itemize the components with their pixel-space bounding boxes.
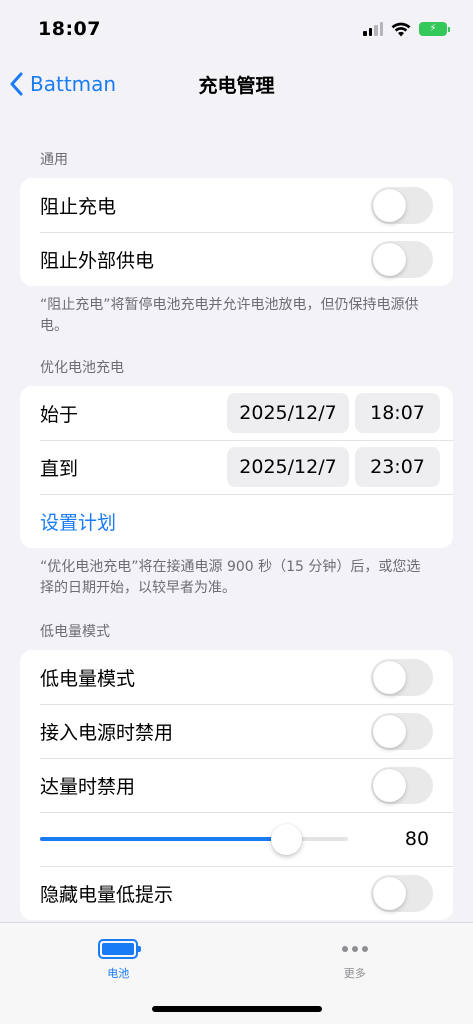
battery-charging-icon: ⚡ [419,22,450,36]
page-title: 充电管理 [198,74,275,97]
back-button[interactable]: Battman [10,68,116,100]
status-bar: 18:07 ⚡ [0,0,473,58]
tab-battery-label: 电池 [107,967,130,980]
toggle-knob [373,242,406,276]
chevron-left-icon [10,72,23,96]
start-time-picker[interactable]: 18:07 [355,393,440,433]
block-charging-label: 阻止充电 [40,195,117,218]
hide-low-battery-alert-toggle[interactable] [371,874,433,912]
section-header-low-power: 低电量模式 [40,624,110,640]
start-label: 始于 [40,403,79,426]
row-start: 始于 2025/12/7 18:07 [20,386,453,440]
wifi-icon [391,22,411,36]
toggle-knob [373,876,406,910]
end-label: 直到 [40,457,79,480]
set-schedule-link[interactable]: 设置计划 [40,508,116,535]
row-level-slider: 80 [20,812,453,866]
slider-fill [40,837,287,841]
level-slider[interactable] [40,824,348,855]
battery-icon [98,939,142,959]
status-icons: ⚡ [363,22,450,37]
settings-content: 通用 阻止充电 阻止外部供电 “阻止充电”将暂停电池充电并允许电池放电，但仍保持… [0,140,473,920]
block-charging-toggle[interactable] [371,186,433,224]
low-power-card: 低电量模式 接入电源时禁用 达量时禁用 80 隐藏电量低提示 [20,650,453,920]
disable-at-level-toggle[interactable] [371,766,433,804]
row-block-charging: 阻止充电 [20,178,453,232]
disable-when-plugged-label: 接入电源时禁用 [40,721,174,744]
row-disable-when-plugged: 接入电源时禁用 [20,704,453,758]
more-icon [341,939,368,959]
tab-more-label: 更多 [343,967,366,980]
toggle-knob [373,714,406,748]
slider-value: 80 [404,828,430,850]
section-header-general: 通用 [40,152,68,168]
block-external-power-toggle[interactable] [371,240,433,278]
end-picker: 2025/12/7 23:07 [227,447,440,487]
section-header-optimized: 优化电池充电 [40,360,124,376]
toggle-knob [373,660,406,694]
status-time: 18:07 [38,18,101,40]
home-indicator [152,1006,322,1012]
back-button-label: Battman [30,72,117,96]
end-date-picker[interactable]: 2025/12/7 [227,447,349,487]
low-power-mode-toggle[interactable] [371,658,433,696]
start-date-picker[interactable]: 2025/12/7 [227,393,349,433]
optimized-card: 始于 2025/12/7 18:07 直到 2025/12/7 23:07 设置… [20,386,453,548]
navigation-bar: Battman 充电管理 [0,58,473,110]
hide-low-battery-alert-label: 隐藏电量低提示 [40,883,174,906]
general-card: 阻止充电 阻止外部供电 [20,178,453,286]
row-end: 直到 2025/12/7 23:07 [20,440,453,494]
end-time-picker[interactable]: 23:07 [355,447,440,487]
disable-when-plugged-toggle[interactable] [371,712,433,750]
optimized-footer: “优化电池充电”将在接通电源 900 秒（15 分钟）后，或您选择的日期开始，以… [40,559,421,596]
low-power-mode-label: 低电量模式 [40,667,136,690]
slider-thumb[interactable] [271,824,303,855]
general-footer: “阻止充电”将暂停电池充电并允许电池放电，但仍保持电源供电。 [40,297,419,334]
row-low-power-mode: 低电量模式 [20,650,453,704]
row-block-external-power: 阻止外部供电 [20,232,453,286]
start-picker: 2025/12/7 18:07 [227,393,440,433]
disable-at-level-label: 达量时禁用 [40,775,136,798]
row-hide-low-battery-alert: 隐藏电量低提示 [20,866,453,920]
block-external-power-label: 阻止外部供电 [40,249,155,272]
row-disable-at-level: 达量时禁用 [20,758,453,812]
toggle-knob [373,768,406,802]
row-schedule: 设置计划 [20,494,453,548]
cellular-signal-icon [363,22,383,36]
toggle-knob [373,188,406,222]
